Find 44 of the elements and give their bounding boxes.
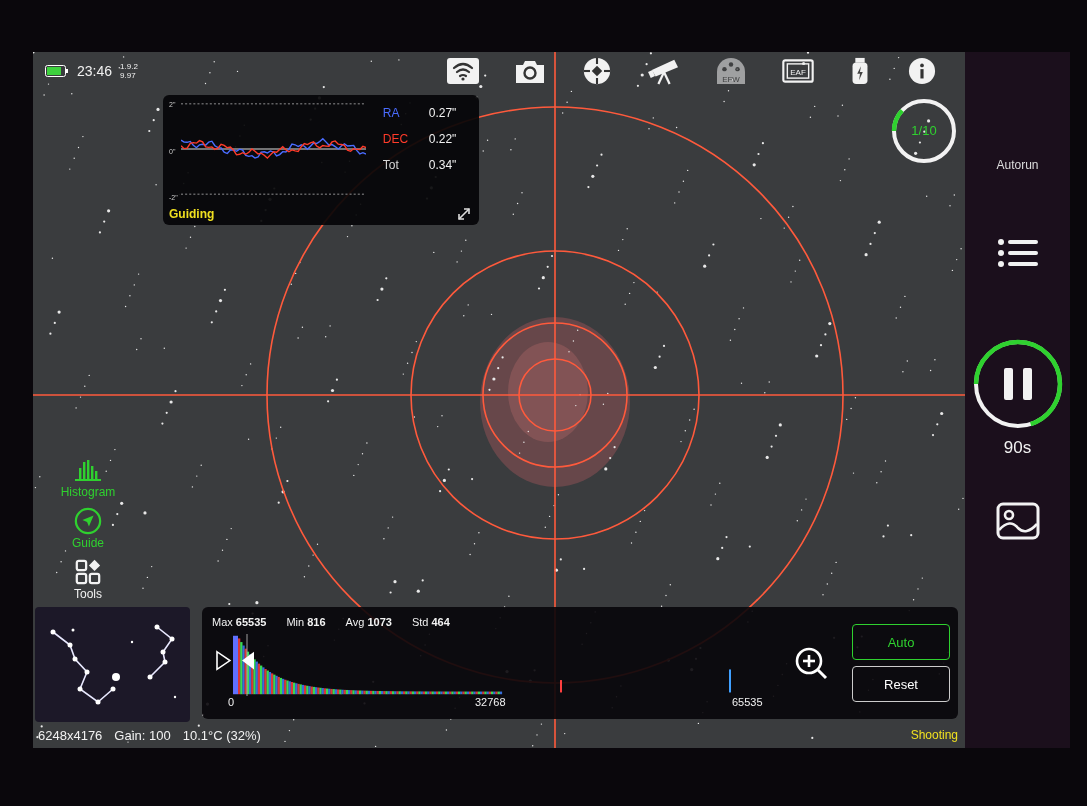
clock-time: 23:46 [77,63,113,79]
navigation-icon [73,507,103,535]
stretch-button[interactable]: Reset [852,666,950,702]
version-text: 1.9.2 [120,62,138,71]
statistic-text: Std 464 [411,616,450,628]
version-text: 9.97 [120,71,137,80]
stretch-button[interactable]: Auto [852,624,950,660]
tool-button[interactable]: Tools [73,558,103,601]
axis-tick-label: 0 [228,696,235,708]
statistic-text: Avg 1073 [345,616,392,628]
resolution-text: 6248x4176 [38,727,103,743]
crosshair-icon[interactable] [581,57,613,85]
grid-icon [73,558,103,586]
statistic-text: Min 816 [286,616,326,628]
autorun-tab[interactable]: Autorun [996,158,1039,176]
list-icon[interactable] [996,238,1039,268]
image-icon[interactable] [995,502,1040,540]
guiding-title: Guiding [169,207,215,221]
shadow-clip-handle[interactable] [216,650,232,671]
highlight-clip-handle[interactable] [242,651,254,670]
tool-button[interactable]: Guide [72,507,104,550]
axis-label: RA [382,106,401,120]
axis-tick-label: 65535 [732,696,763,708]
zoom-in-icon[interactable] [794,646,828,680]
temperature-text: 10.1°C (32%) [182,727,261,743]
frame-count: 1/10 [910,123,938,138]
rms-value: 0.22" [428,132,457,146]
midtone-marker-line[interactable] [246,634,248,696]
axis-label: DEC [382,132,410,146]
exposure-time: 90s [1003,438,1032,458]
shooting-status: Shooting [910,728,958,742]
axis-tick-label: 32768 [475,696,506,708]
wifi-icon[interactable] [447,57,479,85]
rms-value: 0.34" [428,158,457,172]
expand-icon[interactable] [457,207,471,221]
rms-value: 0.27" [428,106,457,120]
statistic-text: Max 65535 [212,616,267,628]
battery-icon [45,65,69,77]
telescope-icon[interactable] [648,57,680,85]
gain-text: Gain: 100 [114,727,171,743]
info-icon[interactable] [906,57,938,85]
axis-label: Tot [382,158,400,172]
focuser-icon[interactable]: EAF [782,57,814,85]
tool-button[interactable]: Histogram [60,456,116,499]
